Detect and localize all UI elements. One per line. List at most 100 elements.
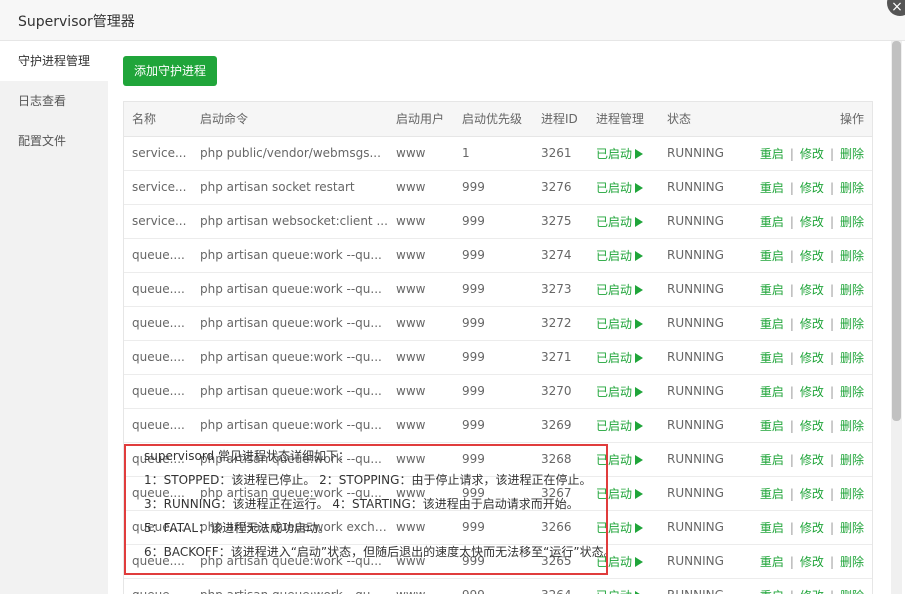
- cell-manage[interactable]: 已启动: [588, 442, 659, 477]
- cell-manage[interactable]: 已启动: [588, 306, 659, 341]
- cell-priority: 999: [454, 544, 533, 579]
- cell-priority: 999: [454, 476, 533, 511]
- edit-button[interactable]: 修改: [800, 385, 824, 399]
- cell-manage[interactable]: 已启动: [588, 238, 659, 273]
- sidebar-item-config-file[interactable]: 配置文件: [0, 121, 108, 161]
- manage-status-label[interactable]: 已启动: [596, 351, 632, 365]
- delete-button[interactable]: 删除: [840, 317, 864, 331]
- play-icon[interactable]: [635, 386, 644, 397]
- play-icon[interactable]: [635, 182, 644, 193]
- cell-manage[interactable]: 已启动: [588, 510, 659, 545]
- manage-status-label[interactable]: 已启动: [596, 181, 632, 195]
- manage-status-label[interactable]: 已启动: [596, 453, 632, 467]
- cell-manage[interactable]: 已启动: [588, 476, 659, 511]
- play-icon[interactable]: [635, 556, 644, 567]
- play-icon[interactable]: [635, 148, 644, 159]
- play-icon[interactable]: [635, 250, 644, 261]
- play-icon[interactable]: [635, 454, 644, 465]
- edit-button[interactable]: 修改: [800, 555, 824, 569]
- manage-status-label[interactable]: 已启动: [596, 521, 632, 535]
- scrollbar-thumb[interactable]: [892, 41, 901, 421]
- play-icon[interactable]: [635, 488, 644, 499]
- manage-status-label[interactable]: 已启动: [596, 147, 632, 161]
- restart-button[interactable]: 重启: [760, 283, 784, 297]
- cell-name: service...: [124, 204, 192, 239]
- delete-button[interactable]: 删除: [840, 181, 864, 195]
- cell-command: php artisan queue:work --qu...: [192, 408, 388, 443]
- restart-button[interactable]: 重启: [760, 317, 784, 331]
- close-icon[interactable]: ×: [887, 0, 905, 16]
- cell-command: php artisan queue:work --qu...: [192, 476, 388, 511]
- add-daemon-button[interactable]: 添加守护进程: [123, 56, 218, 86]
- manage-status-label[interactable]: 已启动: [596, 589, 632, 594]
- restart-button[interactable]: 重启: [760, 419, 784, 433]
- delete-button[interactable]: 删除: [840, 487, 864, 501]
- cell-manage[interactable]: 已启动: [588, 578, 659, 594]
- edit-button[interactable]: 修改: [800, 147, 824, 161]
- restart-button[interactable]: 重启: [760, 351, 784, 365]
- play-icon[interactable]: [635, 590, 644, 594]
- edit-button[interactable]: 修改: [800, 589, 824, 594]
- delete-button[interactable]: 删除: [840, 249, 864, 263]
- restart-button[interactable]: 重启: [760, 521, 784, 535]
- cell-status: RUNNING: [659, 170, 745, 205]
- edit-button[interactable]: 修改: [800, 283, 824, 297]
- edit-button[interactable]: 修改: [800, 249, 824, 263]
- delete-button[interactable]: 删除: [840, 147, 864, 161]
- play-icon[interactable]: [635, 318, 644, 329]
- sidebar-item-log-view[interactable]: 日志查看: [0, 81, 108, 121]
- cell-manage[interactable]: 已启动: [588, 340, 659, 375]
- sidebar-item-daemon-management[interactable]: 守护进程管理: [0, 41, 108, 81]
- delete-button[interactable]: 删除: [840, 419, 864, 433]
- delete-button[interactable]: 删除: [840, 385, 864, 399]
- manage-status-label[interactable]: 已启动: [596, 385, 632, 399]
- restart-button[interactable]: 重启: [760, 555, 784, 569]
- manage-status-label[interactable]: 已启动: [596, 317, 632, 331]
- cell-manage[interactable]: 已启动: [588, 204, 659, 239]
- edit-button[interactable]: 修改: [800, 487, 824, 501]
- delete-button[interactable]: 删除: [840, 555, 864, 569]
- manage-status-label[interactable]: 已启动: [596, 249, 632, 263]
- edit-button[interactable]: 修改: [800, 351, 824, 365]
- edit-button[interactable]: 修改: [800, 453, 824, 467]
- restart-button[interactable]: 重启: [760, 385, 784, 399]
- delete-button[interactable]: 删除: [840, 453, 864, 467]
- play-icon[interactable]: [635, 420, 644, 431]
- manage-status-label[interactable]: 已启动: [596, 419, 632, 433]
- cell-manage[interactable]: 已启动: [588, 136, 659, 171]
- restart-button[interactable]: 重启: [760, 487, 784, 501]
- col-header-command: 启动命令: [192, 102, 388, 137]
- play-icon[interactable]: [635, 216, 644, 227]
- manage-status-label[interactable]: 已启动: [596, 487, 632, 501]
- cell-name: service...: [124, 170, 192, 205]
- restart-button[interactable]: 重启: [760, 249, 784, 263]
- play-icon[interactable]: [635, 284, 644, 295]
- play-icon[interactable]: [635, 352, 644, 363]
- delete-button[interactable]: 删除: [840, 351, 864, 365]
- edit-button[interactable]: 修改: [800, 521, 824, 535]
- delete-button[interactable]: 删除: [840, 521, 864, 535]
- delete-button[interactable]: 删除: [840, 215, 864, 229]
- manage-status-label[interactable]: 已启动: [596, 555, 632, 569]
- edit-button[interactable]: 修改: [800, 181, 824, 195]
- scrollbar[interactable]: [891, 41, 902, 594]
- manage-status-label[interactable]: 已启动: [596, 283, 632, 297]
- cell-manage[interactable]: 已启动: [588, 374, 659, 409]
- manage-status-label[interactable]: 已启动: [596, 215, 632, 229]
- restart-button[interactable]: 重启: [760, 181, 784, 195]
- restart-button[interactable]: 重启: [760, 453, 784, 467]
- cell-actions: 重启 | 修改 | 删除: [745, 408, 872, 443]
- delete-button[interactable]: 删除: [840, 283, 864, 297]
- delete-button[interactable]: 删除: [840, 589, 864, 594]
- edit-button[interactable]: 修改: [800, 419, 824, 433]
- cell-manage[interactable]: 已启动: [588, 544, 659, 579]
- restart-button[interactable]: 重启: [760, 589, 784, 594]
- play-icon[interactable]: [635, 522, 644, 533]
- cell-manage[interactable]: 已启动: [588, 170, 659, 205]
- restart-button[interactable]: 重启: [760, 147, 784, 161]
- cell-manage[interactable]: 已启动: [588, 272, 659, 307]
- cell-manage[interactable]: 已启动: [588, 408, 659, 443]
- edit-button[interactable]: 修改: [800, 317, 824, 331]
- edit-button[interactable]: 修改: [800, 215, 824, 229]
- restart-button[interactable]: 重启: [760, 215, 784, 229]
